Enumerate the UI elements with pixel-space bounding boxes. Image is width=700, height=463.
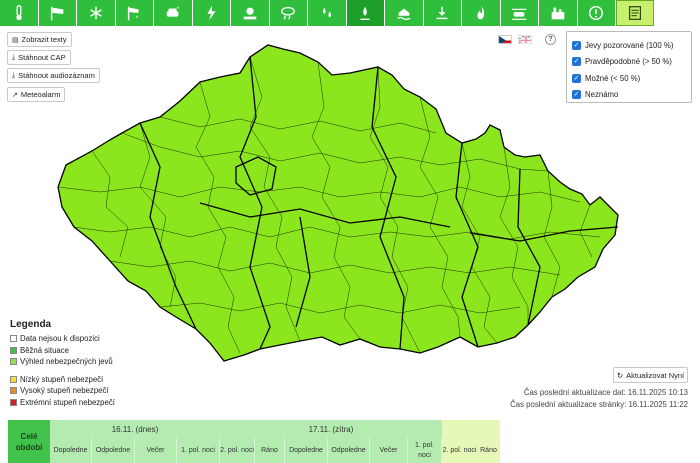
time-slot[interactable]: Ráno bbox=[255, 438, 285, 463]
document-icon: ▤ bbox=[12, 36, 19, 44]
probability-filter-panel: ✓ Jevy pozorované (100 %) ✓ Pravděpodobné … bbox=[566, 31, 692, 103]
heat-icon[interactable] bbox=[231, 0, 269, 26]
blizzard-icon[interactable]: * bbox=[115, 0, 153, 26]
time-slot[interactable]: Večer bbox=[370, 438, 408, 463]
filter-unknown[interactable]: ✓ Neznámo bbox=[572, 87, 686, 104]
time-slot[interactable]: Dopoledne bbox=[285, 438, 328, 463]
page-update-time: Čas poslední aktualizace stránky: 16.11.… bbox=[510, 400, 688, 409]
legend-swatch bbox=[10, 346, 17, 354]
legend-item: Výhled nebezpečných jevů bbox=[10, 356, 170, 368]
legend-swatch bbox=[10, 387, 17, 395]
time-slot[interactable]: 2. pol. noci bbox=[220, 438, 255, 463]
download-cap-button[interactable]: ⤓ Stáhnout CAP bbox=[7, 50, 71, 65]
map-legend: Legenda Data nejsou k dispozici Běžná si… bbox=[10, 319, 170, 408]
filter-possible[interactable]: ✓ Možné (< 50 %) bbox=[572, 70, 686, 87]
refresh-icon: ↻ bbox=[616, 370, 624, 380]
hazard-toolbar: * * bbox=[0, 0, 700, 27]
snow-ice-icon[interactable] bbox=[77, 0, 115, 26]
freezing-rain-icon[interactable] bbox=[346, 0, 384, 26]
thunderstorm-icon[interactable] bbox=[192, 0, 230, 26]
day-header-tomorrow: 17.11. (zítra) bbox=[220, 420, 442, 438]
time-selector: Celé období 16.11. (dnes) 17.11. (zítra)… bbox=[8, 420, 500, 463]
checkbox-checked-icon[interactable]: ✓ bbox=[572, 57, 581, 67]
flash-flood-icon[interactable] bbox=[423, 0, 461, 26]
time-slot[interactable]: 1. pol. noci bbox=[408, 438, 442, 463]
svg-text:*: * bbox=[136, 15, 139, 22]
download-icon: ⤓ bbox=[12, 53, 16, 61]
time-slot[interactable]: Ráno bbox=[478, 438, 500, 463]
download-icon: ⤓ bbox=[12, 71, 16, 79]
day-header-spacer bbox=[442, 420, 500, 438]
filter-probable[interactable]: ✓ Pravděpodobné (> 50 %) bbox=[572, 54, 686, 71]
legend-swatch bbox=[10, 358, 17, 366]
checkbox-checked-icon[interactable]: ✓ bbox=[572, 73, 581, 83]
legend-item: Vysoký stupeň nebezpečí bbox=[10, 385, 170, 397]
legend-item: Běžná situace bbox=[10, 345, 170, 357]
checkbox-checked-icon[interactable]: ✓ bbox=[572, 90, 581, 100]
rain-cloud-icon[interactable] bbox=[269, 0, 307, 26]
help-icon[interactable]: ? bbox=[545, 34, 556, 45]
checkbox-checked-icon[interactable]: ✓ bbox=[572, 40, 581, 50]
smog-icon[interactable] bbox=[539, 0, 577, 26]
text-document-icon[interactable] bbox=[616, 0, 654, 26]
time-slot[interactable]: 1. pol. noci bbox=[177, 438, 220, 463]
download-audio-button[interactable]: ⤓ Stáhnout audiozáznam bbox=[7, 68, 100, 83]
road-conditions-icon[interactable]: * bbox=[154, 0, 192, 26]
fog-car-icon[interactable] bbox=[500, 0, 538, 26]
english-flag-icon[interactable] bbox=[518, 35, 532, 44]
svg-text:*: * bbox=[176, 6, 179, 13]
temperature-icon[interactable] bbox=[0, 0, 38, 26]
wind-icon[interactable] bbox=[38, 0, 76, 26]
czech-flag-icon[interactable] bbox=[498, 35, 512, 44]
show-texts-button[interactable]: ▤ Zobrazit texty bbox=[7, 32, 72, 47]
day-header-today: 16.11. (dnes) bbox=[50, 420, 220, 438]
filter-observed[interactable]: ✓ Jevy pozorované (100 %) bbox=[572, 37, 686, 54]
meteoalarm-link[interactable]: ↗ Meteoalarm bbox=[7, 87, 66, 102]
legend-item: Data nejsou k dispozici bbox=[10, 333, 170, 345]
time-slot[interactable]: 2. pol. noci bbox=[442, 438, 478, 463]
legend-item: Extrémní stupeň nebezpečí bbox=[10, 397, 170, 409]
warning-icon[interactable] bbox=[577, 0, 615, 26]
rain-drops-icon[interactable] bbox=[308, 0, 346, 26]
refresh-now-button[interactable]: ↻ Aktualizovat Nyní bbox=[613, 367, 688, 383]
legend-swatch bbox=[10, 375, 17, 383]
country-area[interactable] bbox=[57, 44, 619, 362]
external-link-icon: ↗ bbox=[12, 91, 18, 99]
time-slot[interactable]: Odpoledne bbox=[92, 438, 135, 463]
legend-swatch bbox=[10, 398, 17, 406]
time-slot[interactable]: Odpoledne bbox=[328, 438, 370, 463]
legend-item: Nízký stupeň nebezpečí bbox=[10, 374, 170, 386]
data-update-time: Čas poslední aktualizace dat: 16.11.2025… bbox=[523, 388, 688, 397]
legend-title: Legenda bbox=[10, 319, 52, 330]
fire-icon[interactable] bbox=[462, 0, 500, 26]
whole-period-tab[interactable]: Celé období bbox=[8, 420, 50, 463]
time-slot[interactable]: Dopoledne bbox=[50, 438, 92, 463]
flood-icon[interactable] bbox=[385, 0, 423, 26]
time-slot[interactable]: Večer bbox=[135, 438, 177, 463]
legend-swatch bbox=[10, 335, 17, 343]
